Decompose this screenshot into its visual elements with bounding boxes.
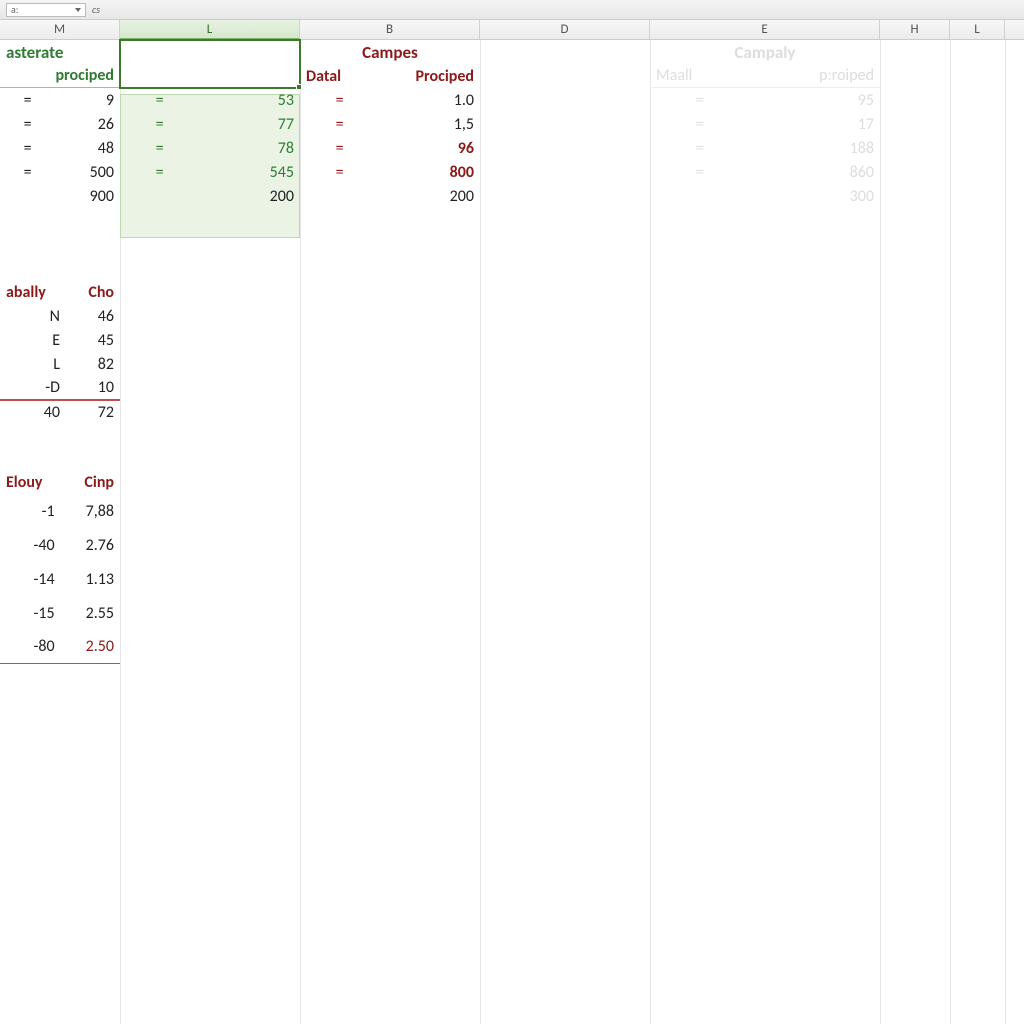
col-e-sub-right: p:roiped <box>819 66 874 85</box>
col-b-sub-left: Datal <box>306 67 341 86</box>
col-m-title[interactable]: asterate <box>0 40 120 64</box>
col-l-sub[interactable] <box>120 64 300 88</box>
table-row[interactable]: =78 <box>120 136 300 160</box>
table-row[interactable]: -141.13 <box>0 562 120 596</box>
block3-header[interactable]: Elouy Cinp <box>0 470 120 494</box>
col-m-sub[interactable]: prociped <box>0 64 120 88</box>
block3-h1: Elouy <box>6 473 43 492</box>
block2-h1: abally <box>6 283 46 302</box>
column-header-e[interactable]: E <box>650 20 880 39</box>
col-e-sub[interactable]: Maall p:roiped <box>650 64 880 88</box>
table-row[interactable]: =500 <box>0 160 120 184</box>
table-row[interactable]: =1,5 <box>300 112 480 136</box>
name-box-value: a: <box>11 3 18 16</box>
table-row[interactable]: -802.50 <box>0 630 120 664</box>
table-row[interactable]: =96 <box>300 136 480 160</box>
table-row[interactable]: E45 <box>0 328 120 352</box>
grid-area[interactable]: asterate prociped =9=26=48=500900 =53=77… <box>0 40 1024 1024</box>
table-row[interactable]: L82 <box>0 352 120 376</box>
formula-hint: cs <box>92 3 100 16</box>
col-l-title[interactable] <box>120 40 300 64</box>
table-row[interactable]: =95 <box>650 88 880 112</box>
col-b-block: Campes Datal Prociped =1.0=1,5=96=800200 <box>300 40 480 208</box>
table-row[interactable]: -17,88 <box>0 494 120 528</box>
column-header-b[interactable]: B <box>300 20 480 39</box>
block-elouy: Elouy Cinp -17,88-402.76-141.13-152.55-8… <box>0 470 120 664</box>
block3-h2: Cinp <box>84 473 114 492</box>
table-row[interactable]: 300 <box>650 184 880 208</box>
table-row[interactable]: =48 <box>0 136 120 160</box>
column-header-l[interactable]: L <box>120 20 300 39</box>
table-row[interactable]: 200 <box>300 184 480 208</box>
column-header-l[interactable]: L <box>950 20 1005 39</box>
table-row[interactable]: -402.76 <box>0 528 120 562</box>
column-header-d[interactable]: D <box>480 20 650 39</box>
fill-handle[interactable] <box>296 84 302 90</box>
col-b-title[interactable]: Campes <box>300 40 480 64</box>
col-b-sub-right: Prociped <box>416 67 474 86</box>
table-row[interactable]: =860 <box>650 160 880 184</box>
table-row[interactable]: =53 <box>120 88 300 112</box>
table-row[interactable]: N46 <box>0 304 120 328</box>
block2-sum[interactable]: 40 72 <box>0 400 120 424</box>
table-row[interactable]: =188 <box>650 136 880 160</box>
col-b-sub[interactable]: Datal Prociped <box>300 64 480 88</box>
table-row[interactable]: =9 <box>0 88 120 112</box>
table-row[interactable]: 200 <box>120 184 300 208</box>
table-row[interactable]: =1.0 <box>300 88 480 112</box>
column-header-h[interactable]: H <box>880 20 950 39</box>
block2-header[interactable]: abally Cho <box>0 280 120 304</box>
table-row[interactable]: =26 <box>0 112 120 136</box>
col-e-sub-left: Maall <box>656 66 692 85</box>
column-header-m[interactable]: M <box>0 20 120 39</box>
col-m-block: asterate prociped =9=26=48=500900 <box>0 40 120 208</box>
table-row[interactable]: =800 <box>300 160 480 184</box>
name-box-dropdown-icon[interactable] <box>75 8 81 12</box>
table-row[interactable]: =77 <box>120 112 300 136</box>
table-row[interactable]: =17 <box>650 112 880 136</box>
table-row[interactable]: -152.55 <box>0 596 120 630</box>
col-e-block: Campaly Maall p:roiped =95=17=188=860300 <box>650 40 880 208</box>
block2-h2: Cho <box>88 283 114 302</box>
col-l-block: =53=77=78=545200 <box>120 40 300 208</box>
table-row[interactable]: -D10 <box>0 376 120 400</box>
block2-sum-a: 40 <box>6 403 60 422</box>
col-e-title[interactable]: Campaly <box>650 40 880 64</box>
table-row[interactable]: =545 <box>120 160 300 184</box>
table-row[interactable]: 900 <box>0 184 120 208</box>
block2-sum-b: 72 <box>60 403 114 422</box>
name-box-bar: a: cs <box>0 0 1024 20</box>
block-abally: abally Cho N46E45L82-D10 40 72 <box>0 280 120 424</box>
name-box[interactable]: a: <box>6 3 86 17</box>
column-headers: MLBDEHL <box>0 20 1024 40</box>
